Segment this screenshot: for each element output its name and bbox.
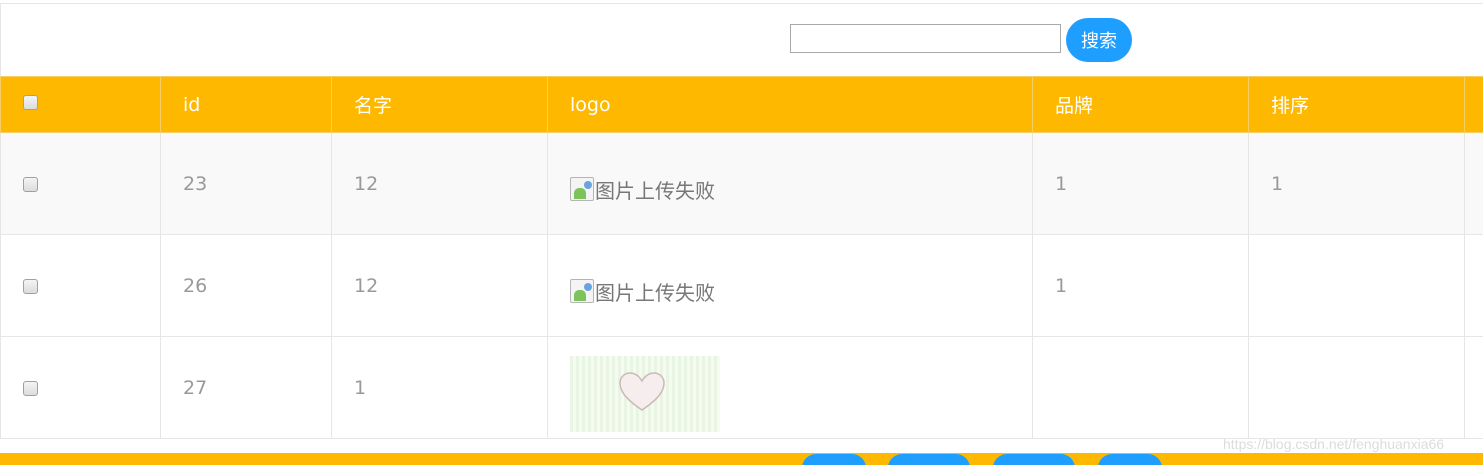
cell-brand: 1 bbox=[1032, 132, 1249, 235]
table-row: 27 1 bbox=[0, 336, 1483, 439]
cell-extra bbox=[1464, 132, 1483, 235]
cell-extra bbox=[1464, 234, 1483, 337]
cell-brand: 1 bbox=[1032, 234, 1249, 337]
table-row: 26 12 图片上传失败 1 bbox=[0, 234, 1483, 337]
cell-id: 27 bbox=[160, 336, 332, 439]
cell-name: 12 bbox=[331, 132, 548, 235]
pager-button[interactable] bbox=[1098, 454, 1162, 465]
brand-table: id 名字 logo 品牌 排序 23 12 图片上传失败 1 1 26 12 … bbox=[0, 76, 1483, 439]
row-select-cell bbox=[0, 234, 161, 337]
select-all-cell bbox=[0, 76, 161, 133]
search-input[interactable] bbox=[790, 24, 1061, 53]
pager-button[interactable] bbox=[888, 454, 970, 465]
pager-button[interactable] bbox=[993, 454, 1075, 465]
cell-logo: 图片上传失败 bbox=[547, 234, 1033, 337]
column-header-extra bbox=[1464, 76, 1483, 133]
search-toolbar: 搜索 bbox=[0, 3, 1483, 76]
table-header: id 名字 logo 品牌 排序 bbox=[0, 76, 1483, 133]
logo-image: 图片上传失败 bbox=[570, 175, 715, 204]
broken-image-icon bbox=[570, 177, 594, 202]
cell-name: 1 bbox=[331, 336, 548, 439]
broken-image-icon bbox=[570, 279, 594, 304]
column-header-logo: logo bbox=[547, 76, 1033, 133]
cell-sort bbox=[1248, 234, 1465, 337]
row-select-cell bbox=[0, 336, 161, 439]
cell-sort bbox=[1248, 336, 1465, 439]
cell-logo: 图片上传失败 bbox=[547, 132, 1033, 235]
cell-name: 12 bbox=[331, 234, 548, 337]
logo-alt-text: 图片上传失败 bbox=[595, 280, 715, 305]
logo-image: 图片上传失败 bbox=[570, 277, 715, 306]
row-checkbox[interactable] bbox=[23, 278, 38, 294]
cell-logo bbox=[547, 336, 1033, 439]
row-checkbox[interactable] bbox=[23, 176, 38, 192]
watermark: https://blog.csdn.net/fenghuanxia66 bbox=[1223, 436, 1445, 452]
search-button[interactable]: 搜索 bbox=[1066, 18, 1132, 62]
row-checkbox[interactable] bbox=[23, 380, 38, 396]
column-header-name: 名字 bbox=[331, 76, 548, 133]
column-header-brand: 品牌 bbox=[1032, 76, 1249, 133]
row-select-cell bbox=[0, 132, 161, 235]
pager-button[interactable] bbox=[802, 454, 866, 465]
cell-extra bbox=[1464, 336, 1483, 439]
cell-sort: 1 bbox=[1248, 132, 1465, 235]
heart-icon bbox=[619, 371, 665, 411]
cell-id: 26 bbox=[160, 234, 332, 337]
cell-brand bbox=[1032, 336, 1249, 439]
cell-id: 23 bbox=[160, 132, 332, 235]
table-row: 23 12 图片上传失败 1 1 bbox=[0, 132, 1483, 235]
footer-pagination-bar bbox=[0, 453, 1483, 465]
column-header-sort: 排序 bbox=[1248, 76, 1465, 133]
select-all-checkbox[interactable] bbox=[23, 94, 38, 110]
column-header-id: id bbox=[160, 76, 332, 133]
logo-alt-text: 图片上传失败 bbox=[595, 178, 715, 203]
heart-photo bbox=[570, 355, 720, 432]
